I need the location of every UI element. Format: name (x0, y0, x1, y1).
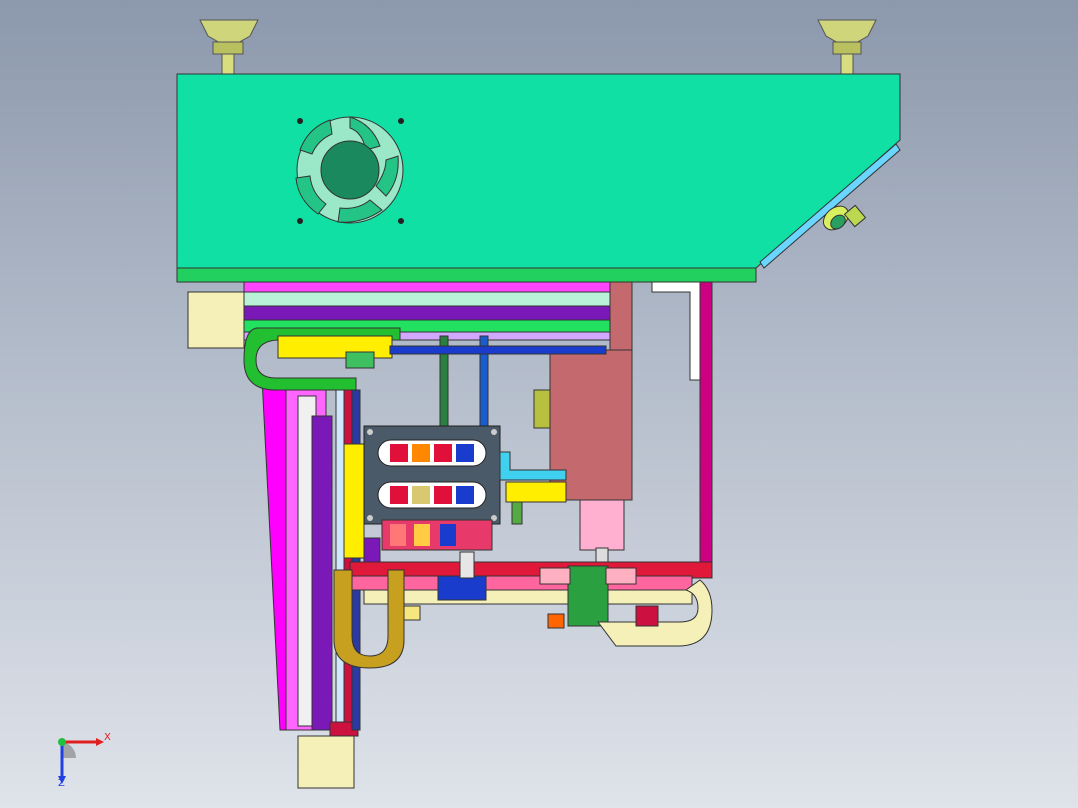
right-frame-post[interactable] (699, 281, 713, 571)
actuator-body[interactable] (567, 565, 609, 627)
motor-bottom[interactable] (297, 735, 355, 789)
salmon-upright[interactable] (609, 281, 633, 351)
cylinder-rod[interactable] (595, 547, 609, 563)
bottom-platform-cream[interactable] (363, 589, 693, 605)
blue-block-post[interactable] (459, 551, 475, 579)
mounting-foot-left[interactable] (199, 19, 259, 77)
bottom-pin[interactable] (403, 605, 421, 621)
yellow-carriage-top[interactable] (277, 335, 393, 359)
actuator-cap-left[interactable] (539, 567, 571, 585)
actuator-cap-right[interactable] (605, 567, 637, 585)
yellow-plate-left[interactable] (343, 443, 365, 559)
gripper-finger[interactable] (511, 501, 523, 525)
motor-left[interactable] (187, 291, 245, 349)
rod-column[interactable] (351, 389, 361, 731)
cad-viewport[interactable]: X Z (0, 0, 1078, 808)
y-axis-dot (58, 738, 66, 746)
actuator-tab[interactable] (547, 613, 565, 629)
carrier-plate[interactable] (363, 425, 501, 525)
bottom-clamp[interactable] (635, 605, 659, 627)
blue-block[interactable] (437, 575, 487, 601)
housing-base-strip[interactable] (176, 267, 757, 283)
rail-pink[interactable] (243, 281, 611, 293)
column-purple[interactable] (311, 415, 333, 731)
cable-blue[interactable] (389, 345, 607, 355)
rail-purple[interactable] (243, 305, 611, 321)
pink-cylinder[interactable] (579, 499, 625, 551)
x-axis-label: X (104, 732, 111, 743)
side-sensor[interactable] (533, 389, 551, 429)
rail-mint[interactable] (243, 291, 611, 307)
right-bracket[interactable] (651, 281, 701, 381)
z-axis-label: Z (58, 778, 65, 789)
top-block[interactable] (345, 351, 375, 369)
yellow-gripper[interactable] (505, 481, 567, 503)
assembly-model[interactable] (0, 0, 1078, 808)
mounting-foot-right[interactable] (817, 19, 877, 77)
axis-triad: X Z (48, 728, 128, 792)
